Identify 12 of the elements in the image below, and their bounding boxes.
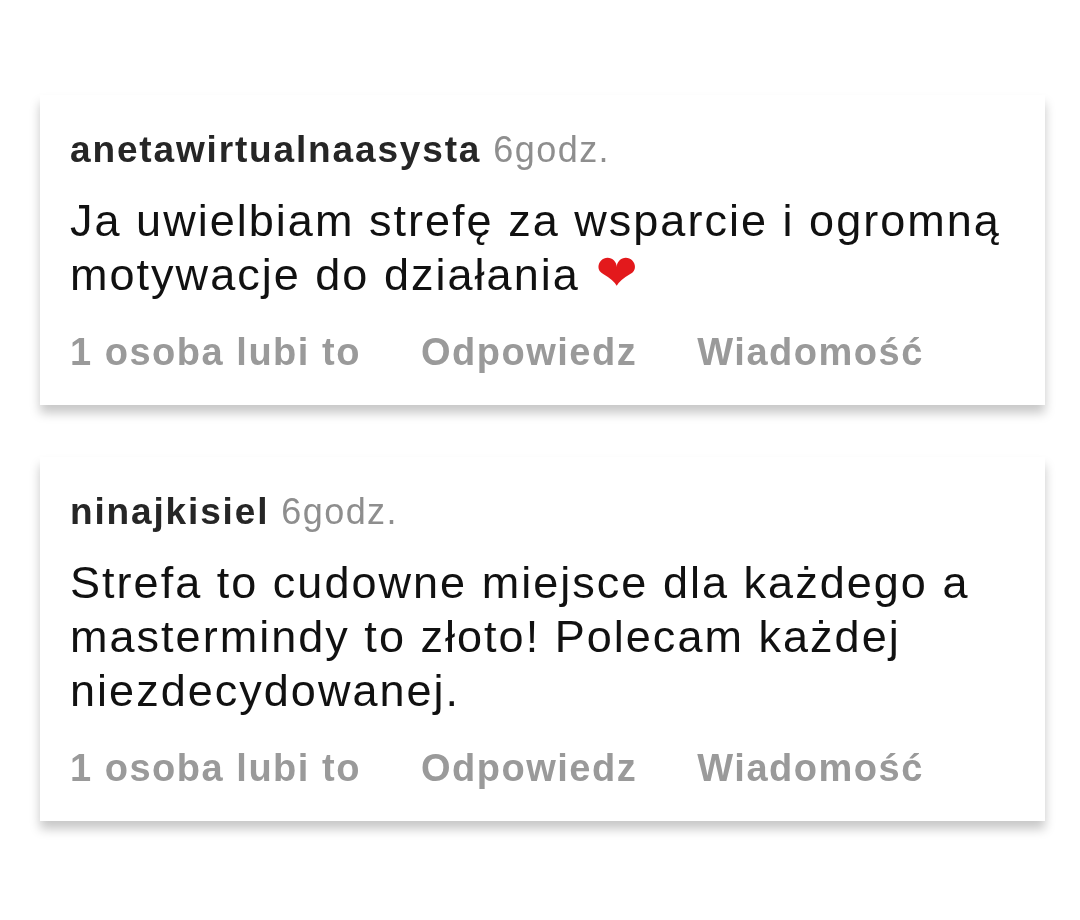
- message-button[interactable]: Wiadomość: [697, 330, 924, 374]
- reply-button[interactable]: Odpowiedz: [420, 330, 638, 374]
- likes-link[interactable]: 1 osoba lubi to: [70, 746, 361, 790]
- reply-button[interactable]: Odpowiedz: [420, 746, 638, 790]
- comment-text: Ja uwielbiam strefę za wsparcie i ogromną motywacje do działania ❤: [70, 195, 1001, 300]
- username[interactable]: anetawirtualnaasysta: [70, 128, 482, 172]
- comment-time: 6godz.: [281, 490, 398, 534]
- comment-time: 6godz.: [493, 128, 611, 172]
- comment-text: Strefa to cudowne miejsce dla każdego a mastermindy to złoto! Polecam każdej niezdecydowanej.: [70, 557, 970, 716]
- username[interactable]: ninajkisiel: [70, 490, 270, 534]
- likes-link[interactable]: 1 osoba lubi to: [70, 330, 361, 374]
- message-button[interactable]: Wiadomość: [697, 746, 924, 790]
